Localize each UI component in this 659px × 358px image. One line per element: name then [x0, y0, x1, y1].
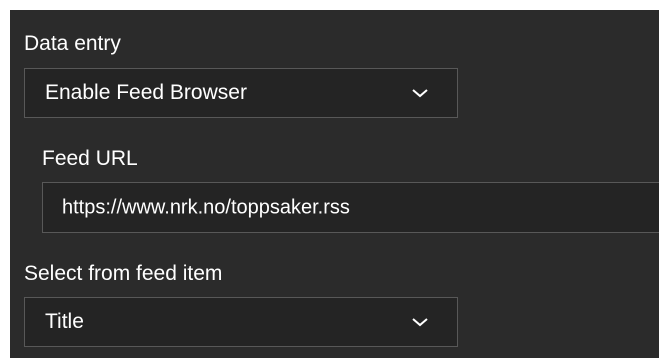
- data-entry-selected-value: Enable Feed Browser: [45, 81, 247, 104]
- feed-url-input[interactable]: https://www.nrk.no/toppsaker.rss: [42, 182, 659, 233]
- settings-panel: Data entry Enable Feed Browser Feed URL …: [10, 10, 659, 358]
- data-entry-dropdown[interactable]: Enable Feed Browser: [24, 68, 458, 118]
- chevron-down-icon: [412, 89, 428, 98]
- data-entry-label: Data entry: [24, 32, 121, 55]
- select-from-feed-item-selected-value: Title: [45, 310, 84, 333]
- chevron-down-icon: [412, 318, 428, 327]
- select-from-feed-item-dropdown[interactable]: Title: [24, 297, 458, 347]
- feed-url-value: https://www.nrk.no/toppsaker.rss: [62, 196, 350, 218]
- feed-url-label: Feed URL: [42, 147, 138, 170]
- select-from-feed-item-label: Select from feed item: [24, 262, 223, 285]
